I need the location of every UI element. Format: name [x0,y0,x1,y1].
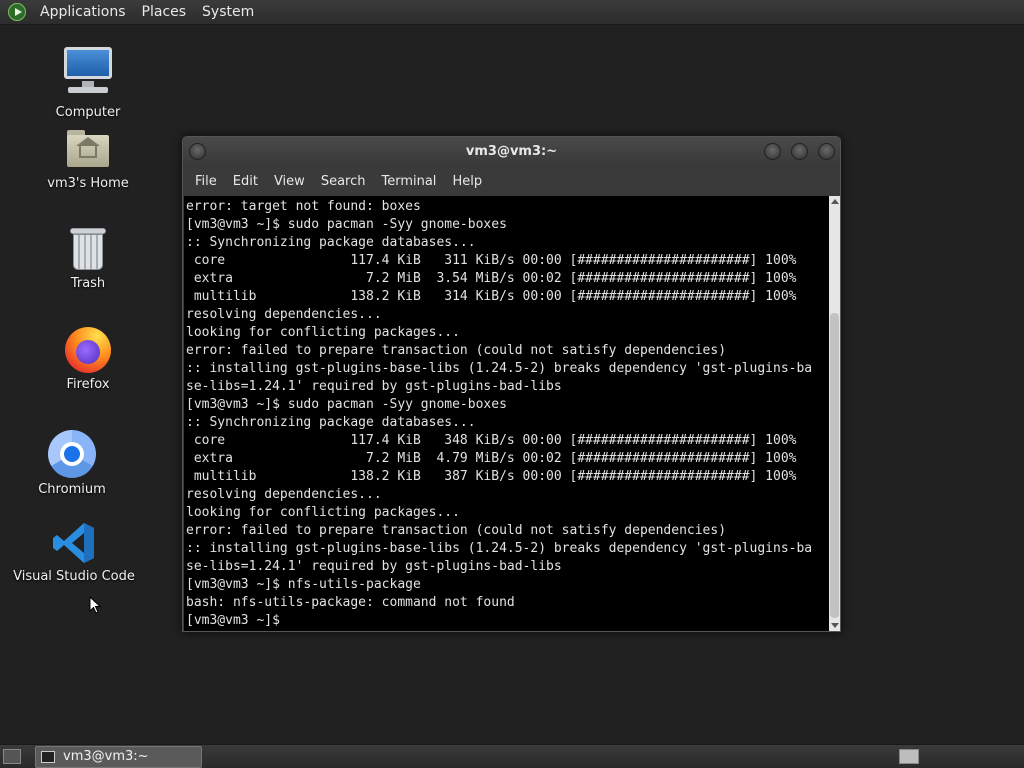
menu-help[interactable]: Help [444,167,490,196]
terminal-line: error: failed to prepare transaction (co… [186,343,727,358]
terminal-line: [vm3@vm3 ~]$ sudo pacman -Syy gnome-boxe… [186,217,507,232]
desktop-icon-label: Trash [70,276,106,291]
terminal-line: resolving dependencies... [186,307,382,322]
maximize-button[interactable] [791,143,808,160]
menu-file[interactable]: File [187,167,225,196]
terminal-icon [41,751,55,763]
taskbar-window-label: vm3@vm3:~ [63,749,149,764]
terminal-line: core 117.4 KiB 348 KiB/s 00:00 [########… [186,433,797,448]
terminal-line: :: installing gst-plugins-base-libs (1.2… [186,541,813,556]
menu-edit[interactable]: Edit [225,167,266,196]
vscode-icon [52,521,96,565]
scroll-down-icon[interactable] [831,623,839,628]
terminal-line: [vm3@vm3 ~]$ nfs-utils-package [186,577,421,592]
desktop-icon-label: Chromium [38,482,106,497]
desktop-icon-computer[interactable]: Computer [23,45,153,120]
terminal-line: se-libs=1.24.1' required by gst-plugins-… [186,379,562,394]
menu-view[interactable]: View [266,167,313,196]
terminal-line: extra 7.2 MiB 4.79 MiB/s 00:02 [########… [186,451,797,466]
terminal-line: looking for conflicting packages... [186,505,460,520]
terminal-line: extra 7.2 MiB 3.54 MiB/s 00:02 [########… [186,271,797,286]
menu-search[interactable]: Search [313,167,374,196]
home-folder-icon [65,128,111,172]
terminal-line: core 117.4 KiB 311 KiB/s 00:00 [########… [186,253,797,268]
desktop-icon-chromium[interactable]: Chromium [7,430,137,497]
terminal-line: multilib 138.2 KiB 387 KiB/s 00:00 [####… [186,469,797,484]
main-menu-logo-icon[interactable] [8,3,26,21]
trash-icon [69,226,107,272]
terminal-line: multilib 138.2 KiB 314 KiB/s 00:00 [####… [186,289,797,304]
close-button[interactable] [818,143,835,160]
terminal-line: [vm3@vm3 ~]$ sudo pacman -Syy gnome-boxe… [186,397,507,412]
menu-terminal[interactable]: Terminal [373,167,444,196]
computer-icon [63,45,113,101]
terminal-menubar: File Edit View Search Terminal Help [183,167,840,196]
menu-places[interactable]: Places [134,0,195,25]
desktop-icon-label: Visual Studio Code [13,569,135,584]
terminal-line: looking for conflicting packages... [186,325,460,340]
terminal-line: :: Synchronizing package databases... [186,415,476,430]
terminal-output[interactable]: error: target not found: boxes [vm3@vm3 … [184,196,829,631]
desktop-icon-firefox[interactable]: Firefox [23,327,153,392]
terminal-line: error: target not found: boxes [186,199,421,214]
terminal-line: :: Synchronizing package databases... [186,235,476,250]
terminal-prompt-line: [vm3@vm3 ~]$ [186,613,280,628]
terminal-scrollbar[interactable] [829,196,840,631]
terminal-line: se-libs=1.24.1' required by gst-plugins-… [186,559,562,574]
scroll-up-icon[interactable] [831,199,839,204]
terminal-window[interactable]: vm3@vm3:~ File Edit View Search Terminal… [182,136,841,632]
minimize-button[interactable] [764,143,781,160]
menu-system[interactable]: System [194,0,262,25]
terminal-line: error: failed to prepare transaction (co… [186,523,727,538]
desktop-icon-label: vm3's Home [47,176,129,191]
show-desktop-icon[interactable] [3,749,21,764]
menu-applications[interactable]: Applications [32,0,134,25]
terminal-line: resolving dependencies... [186,487,382,502]
desktop-icon-label: Computer [55,105,121,120]
bottom-panel: vm3@vm3:~ [0,744,1024,768]
workspace-switcher[interactable] [899,749,919,764]
window-title: vm3@vm3:~ [465,144,558,159]
top-panel: Applications Places System [0,0,1024,25]
mouse-cursor-icon [89,596,101,614]
taskbar-window-button[interactable]: vm3@vm3:~ [35,746,202,768]
terminal-line: :: installing gst-plugins-base-libs (1.2… [186,361,813,376]
firefox-icon [65,327,111,373]
terminal-titlebar[interactable]: vm3@vm3:~ [183,137,840,167]
scrollbar-thumb[interactable] [830,313,839,618]
desktop-icon-home[interactable]: vm3's Home [23,128,153,191]
terminal-line: bash: nfs-utils-package: command not fou… [186,595,515,610]
desktop-icon-trash[interactable]: Trash [23,226,153,291]
desktop-icon-vscode[interactable]: Visual Studio Code [9,521,139,584]
chromium-icon [48,430,96,478]
desktop-icon-label: Firefox [66,377,110,392]
